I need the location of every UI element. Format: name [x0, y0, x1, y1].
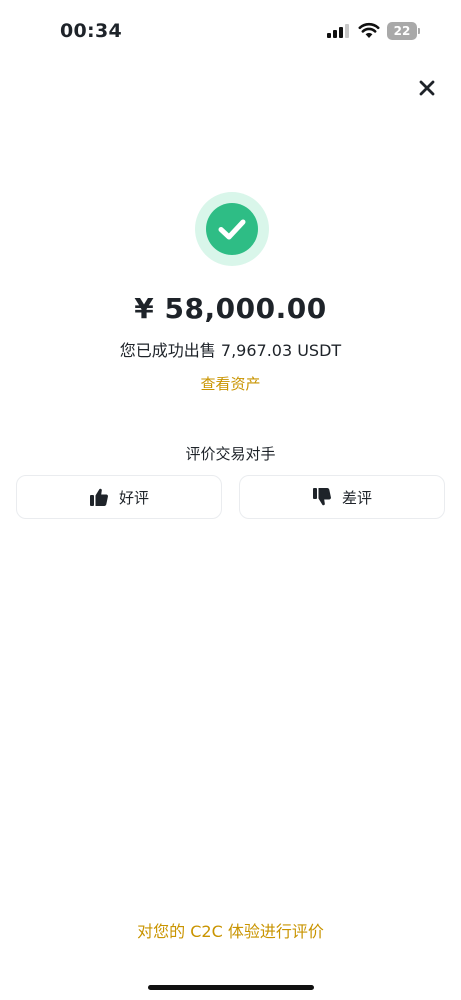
status-time: 00:34 [60, 20, 122, 42]
bad-rating-label: 差评 [341, 488, 372, 507]
fiat-amount: ¥ 58,000.00 [134, 292, 327, 325]
close-button[interactable] [414, 75, 440, 101]
good-rating-button[interactable]: 好评 [16, 475, 222, 519]
home-indicator [148, 985, 314, 990]
wifi-icon [358, 22, 380, 38]
success-icon [195, 192, 269, 266]
rate-counterparty-title: 评价交易对手 [185, 445, 276, 463]
battery-level: 22 [387, 22, 417, 40]
view-assets-link[interactable]: 查看资产 [0, 373, 461, 394]
status-bar: 00:34 22 [0, 0, 461, 62]
thumbs-up-icon [89, 488, 108, 506]
thumbs-down-icon [312, 488, 331, 506]
c2c-feedback-link[interactable]: 对您的 C2C 体验进行评价 [0, 918, 461, 942]
cellular-signal-icon [327, 24, 349, 38]
check-icon [218, 219, 246, 240]
good-rating-label: 好评 [118, 488, 149, 507]
close-icon [419, 80, 435, 96]
battery-icon: 22 [387, 22, 421, 40]
bad-rating-button[interactable]: 差评 [239, 475, 445, 519]
sold-message: 您已成功出售 7,967.03 USDT [119, 341, 342, 360]
